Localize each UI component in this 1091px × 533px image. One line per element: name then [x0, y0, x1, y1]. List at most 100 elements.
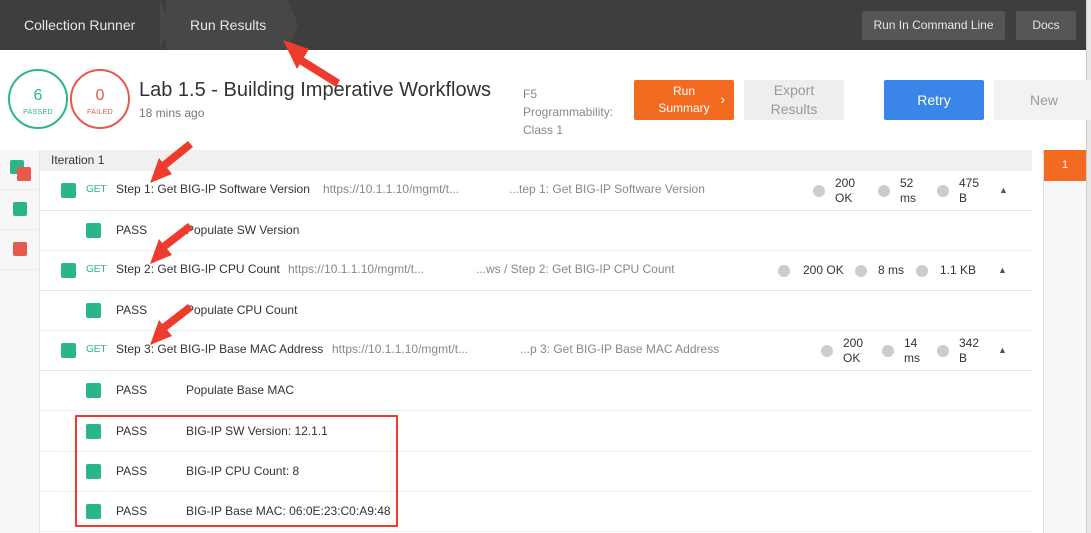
request-name: Step 1: Get BIG-IP Software Version [116, 182, 310, 196]
run-in-command-line-button[interactable]: Run In Command Line [862, 11, 1005, 40]
response-time: 52 ms [900, 176, 916, 206]
failed-counter: 0 FAILED [70, 69, 130, 129]
request-method: GET [86, 264, 107, 275]
request-method: GET [86, 344, 107, 355]
response-status-text: OK [835, 191, 853, 205]
test-status: PASS [116, 383, 148, 397]
test-row: PASS Populate Base MAC [40, 371, 1032, 411]
filter-all[interactable] [0, 150, 40, 190]
collection-name-line2: Programmability: [523, 105, 614, 119]
response-status-code: 200 [843, 336, 864, 350]
top-bar: Collection Runner Run Results Run In Com… [0, 0, 1091, 50]
response-size-unit: B [959, 191, 968, 205]
response-size: 342 B [959, 336, 979, 366]
passed-counter: 6 PASSED [8, 69, 68, 129]
breadcrumb-active-tip [288, 0, 298, 50]
export-results-button[interactable]: Export Results [744, 80, 844, 120]
iteration-tab-1[interactable]: 1 [1044, 150, 1086, 181]
collapse-caret-icon[interactable]: ▲ [998, 265, 1007, 275]
test-row: PASS Populate SW Version [40, 211, 1032, 251]
pass-status-icon [61, 183, 76, 198]
pass-status-icon [86, 383, 101, 398]
breadcrumb-run-results[interactable]: Run Results [190, 0, 266, 50]
pass-status-icon [86, 303, 101, 318]
failed-count: 0 [95, 87, 105, 104]
all-results-icon-overlay [17, 167, 31, 181]
new-button[interactable]: New [994, 80, 1091, 120]
passed-count: 6 [33, 87, 43, 104]
response-time: 8 ms [878, 263, 905, 277]
pass-status-icon [61, 343, 76, 358]
request-method: GET [86, 184, 107, 195]
response-status: 200 OK [843, 336, 863, 366]
response-time-icon [878, 185, 890, 197]
test-name: Populate CPU Count [186, 303, 298, 317]
pass-status-icon [61, 263, 76, 278]
passed-filter-icon [13, 202, 27, 216]
filter-failed[interactable] [0, 230, 40, 270]
test-status: PASS [116, 223, 148, 237]
response-size-unit: B [959, 351, 968, 365]
test-row: PASS Populate CPU Count [40, 291, 1032, 331]
run-time-ago: 18 mins ago [139, 106, 205, 120]
export-label-line1: Export [773, 82, 815, 98]
request-row[interactable]: GET Step 3: Get BIG-IP Base MAC Address … [40, 331, 1032, 371]
run-summary-label-line1: Run [672, 84, 695, 98]
collapse-caret-icon[interactable]: ▲ [999, 185, 1008, 195]
request-path: ...tep 1: Get BIG-IP Software Version [509, 182, 705, 196]
highlight-annotation-box [75, 415, 398, 527]
failed-label: FAILED [87, 109, 113, 116]
request-path: ...ws / Step 2: Get BIG-IP CPU Count [476, 262, 675, 276]
status-code-icon [821, 345, 833, 357]
filter-passed[interactable] [0, 190, 40, 230]
response-size-value: 475 [959, 176, 980, 190]
response-size: 475 B [959, 176, 979, 206]
response-status-text: OK [843, 351, 861, 365]
response-size-icon [916, 265, 928, 277]
request-name: Step 2: Get BIG-IP CPU Count [116, 262, 280, 276]
passed-label: PASSED [23, 109, 53, 116]
pass-status-icon [86, 223, 101, 238]
response-size-icon [937, 345, 949, 357]
request-url: https://10.1.1.10/mgmt/t... [323, 182, 460, 196]
response-time-icon [855, 265, 867, 277]
test-name: Populate SW Version [186, 223, 300, 237]
response-time-unit: ms [900, 191, 916, 205]
response-status: 200 OK [803, 263, 844, 277]
request-row[interactable]: GET Step 2: Get BIG-IP CPU Count https:/… [40, 251, 1032, 291]
response-status: 200 OK [835, 176, 855, 206]
response-status-code: 200 [835, 176, 856, 190]
status-code-icon [778, 265, 790, 277]
response-size-value: 342 [959, 336, 980, 350]
response-time-value: 14 [904, 336, 918, 350]
iteration-rail [1043, 150, 1086, 533]
run-title: Lab 1.5 - Building Imperative Workflows [139, 79, 492, 101]
request-url: https://10.1.1.10/mgmt/t... [288, 262, 425, 276]
chevron-right-icon: › [720, 91, 725, 107]
request-name: Step 3: Get BIG-IP Base MAC Address [116, 342, 324, 356]
docs-button[interactable]: Docs [1016, 11, 1076, 40]
test-name: Populate Base MAC [186, 383, 295, 397]
response-time: 14 ms [904, 336, 920, 366]
response-time-icon [882, 345, 894, 357]
response-size-icon [937, 185, 949, 197]
result-filter-rail [0, 150, 40, 533]
collection-name: F5 Programmability: Class 1 [523, 85, 633, 139]
response-size: 1.1 KB [940, 263, 977, 277]
run-summary-button[interactable]: Run Summary › [634, 80, 734, 120]
test-status: PASS [116, 303, 148, 317]
status-code-icon [813, 185, 825, 197]
request-row[interactable]: GET Step 1: Get BIG-IP Software Version … [40, 171, 1032, 211]
collection-name-line1: F5 [523, 87, 538, 101]
export-label-line2: Results [770, 101, 818, 117]
request-url: https://10.1.1.10/mgmt/t... [332, 342, 469, 356]
iteration-header: Iteration 1 [40, 150, 1032, 171]
run-summary-label-line2: Summary [658, 101, 710, 115]
breadcrumb-collection-runner[interactable]: Collection Runner [24, 0, 135, 50]
retry-button[interactable]: Retry [884, 80, 984, 120]
response-time-unit: ms [904, 351, 920, 365]
collection-name-line3: Class 1 [523, 123, 564, 137]
collapse-caret-icon[interactable]: ▲ [998, 345, 1007, 355]
response-time-value: 52 [900, 176, 914, 190]
failed-filter-icon [13, 242, 27, 256]
